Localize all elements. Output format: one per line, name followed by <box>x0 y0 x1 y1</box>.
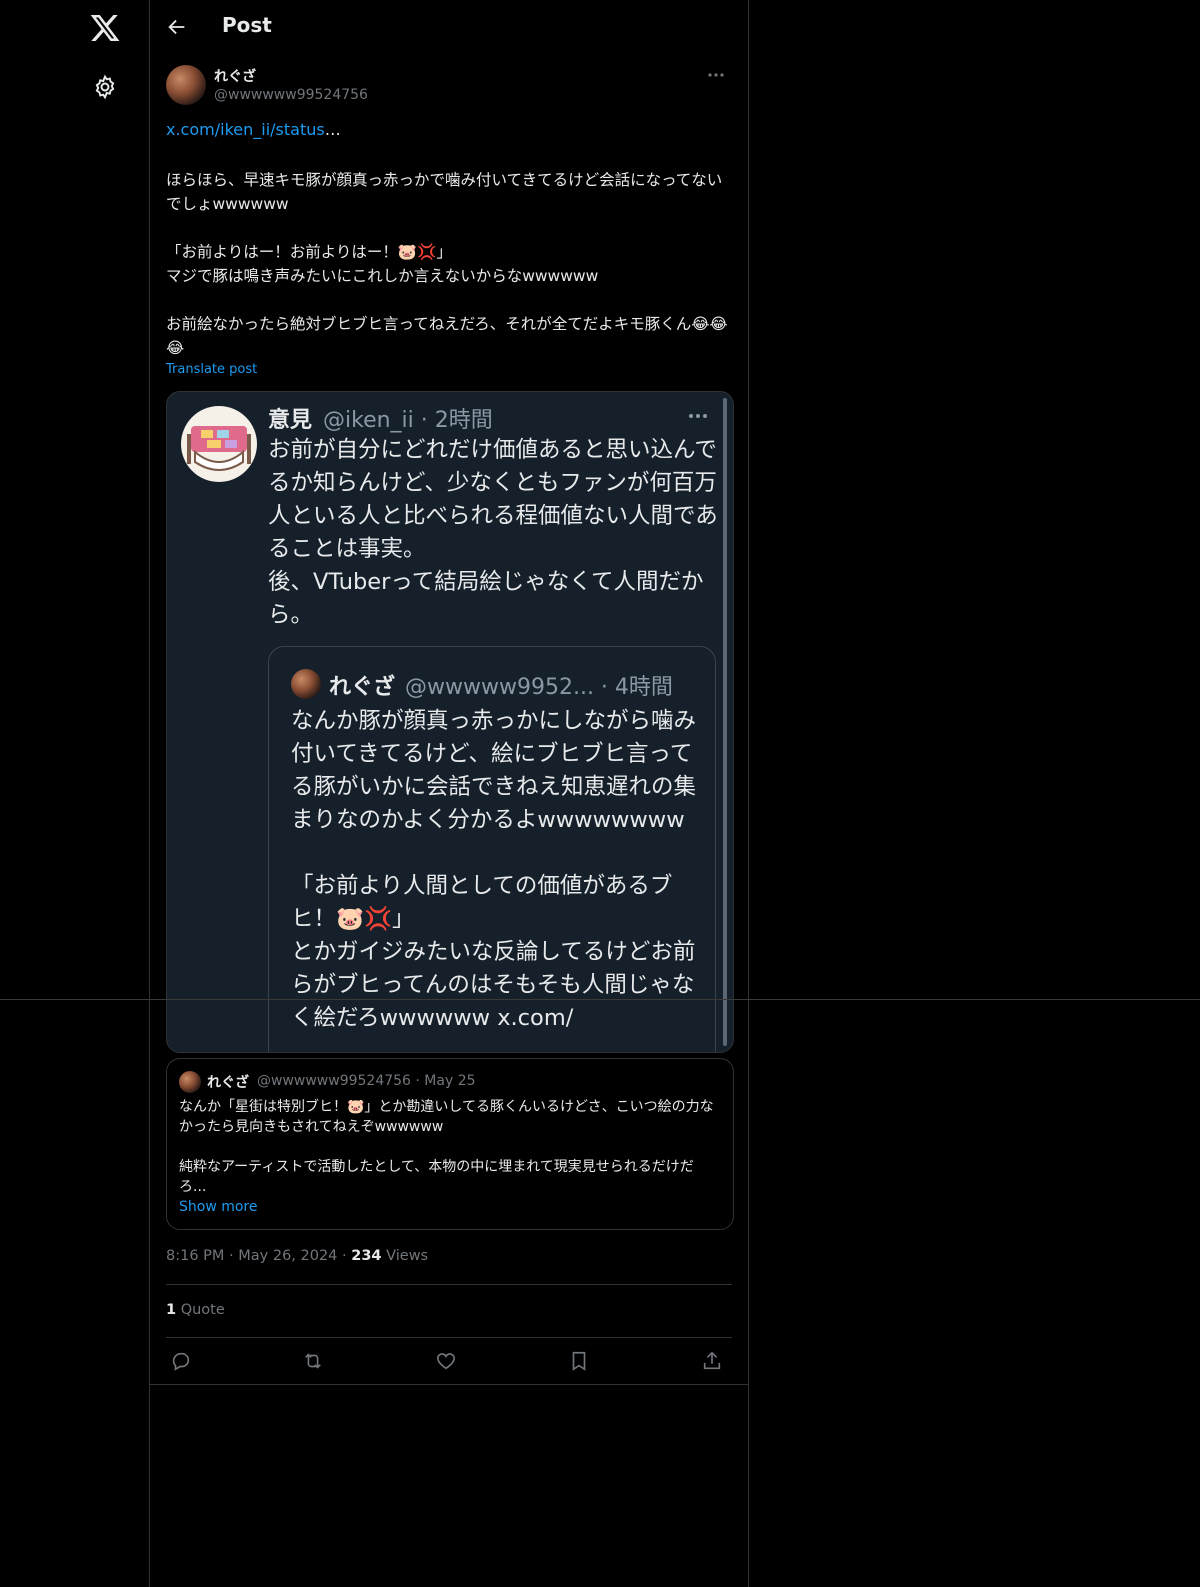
views-label: Views <box>381 1248 429 1264</box>
quote-count[interactable]: 1 <box>166 1302 176 1318</box>
author-name[interactable]: れぐざ <box>214 66 256 86</box>
views-count: 234 <box>351 1248 382 1264</box>
bookmark-icon[interactable] <box>568 1350 590 1372</box>
quotes-stat[interactable]: 1 Quote <box>166 1302 225 1318</box>
post-timestamp: 8:16 PM · May 26, 2024 · 234 Views <box>166 1248 428 1264</box>
divider <box>150 1384 748 1385</box>
screenshot-scrollbar <box>723 398 727 1046</box>
share-icon[interactable] <box>701 1350 723 1372</box>
screenshot-author-name: 意見 <box>268 408 313 433</box>
x-logo-icon[interactable] <box>88 12 122 44</box>
page-header: Post <box>150 0 748 55</box>
post-text-paragraph-2-line-2: マジで豚は鳴き声みたいにこれしか言えないからなwwwwww <box>166 267 599 285</box>
quoted-author-name[interactable]: れぐざ <box>207 1072 249 1092</box>
screenshot-quoted-post-text: なんか豚が顔真っ赤っかにしながら噛み付いてきてるけど、絵にブヒブヒ言ってる豚がい… <box>291 708 697 1031</box>
translate-post-link[interactable]: Translate post <box>166 362 257 377</box>
more-horizontal-icon <box>685 406 711 426</box>
avatar[interactable] <box>166 65 206 105</box>
quote-label[interactable]: Quote <box>176 1302 225 1318</box>
left-navigation <box>0 0 150 1587</box>
screenshot-avatar <box>181 406 257 482</box>
post-link-ellipsis: … <box>324 120 341 139</box>
reply-icon[interactable] <box>170 1350 192 1372</box>
quoted-post[interactable]: れぐざ @wwwwww99524756 · May 25 なんか「星街は特別ブヒ… <box>166 1058 734 1230</box>
post-text-paragraph-1: ほらほら、早速キモ豚が顔真っ赤っかで噛み付いてきてるけど会話になってないでしょw… <box>166 171 723 213</box>
divider <box>166 1337 732 1338</box>
arrow-left-icon[interactable] <box>166 16 188 38</box>
timestamp-text[interactable]: 8:16 PM · May 26, 2024 · <box>166 1248 351 1264</box>
show-more-link[interactable]: Show more <box>179 1199 258 1215</box>
gear-icon[interactable] <box>92 74 118 100</box>
post-detail-column: Post れぐざ @wwwwww99524756 x.com/iken_ii/s… <box>150 0 749 1587</box>
repost-icon[interactable] <box>302 1350 324 1372</box>
screenshot-author-handle: @iken_ii · 2時間 <box>323 408 493 433</box>
page-title: Post <box>222 13 272 37</box>
quoted-post-text: なんか「星街は特別ブヒ！🐷」とか勘違いしてる豚くんいるけどさ、こいつ絵の力なかっ… <box>179 1099 714 1195</box>
post-link-text[interactable]: x.com/iken_ii/status <box>166 120 325 139</box>
screenshot-post-text: お前が自分にどれだけ価値あると思い込んでるか知らんけど、少なくともファンが何百万… <box>268 437 718 628</box>
screenshot-quoted-post: れぐざ @wwwww9952... · 4時間 なんか豚が顔真っ赤っかにしながら… <box>268 646 716 1052</box>
screenshot-quoted-author-handle: @wwwww9952... · 4時間 <box>405 675 673 700</box>
post-text-paragraph-2-line-1: 「お前よりはー！お前よりはー！🐷💢」 <box>166 243 452 261</box>
author-handle[interactable]: @wwwwww99524756 <box>214 87 368 103</box>
divider <box>166 1284 732 1285</box>
post-link[interactable]: x.com/iken_ii/status… <box>166 120 341 139</box>
quoted-author-meta: @wwwwww99524756 · May 25 <box>257 1073 476 1089</box>
heart-icon[interactable] <box>435 1350 457 1372</box>
attached-screenshot-image[interactable]: 意見 @iken_ii · 2時間 お前が自分にどれだけ価値あると思い込んでるか… <box>166 391 734 1053</box>
avatar <box>291 669 321 699</box>
more-horizontal-icon[interactable] <box>704 66 728 84</box>
post-text-paragraph-3: お前絵なかったら絶対ブヒブヒ言ってねえだろ、それが全てだよキモ豚くん😂😂😂 <box>166 315 728 357</box>
crosshair-line <box>0 999 1200 1000</box>
avatar[interactable] <box>179 1071 201 1093</box>
screenshot-quoted-author-name: れぐざ <box>329 675 396 700</box>
